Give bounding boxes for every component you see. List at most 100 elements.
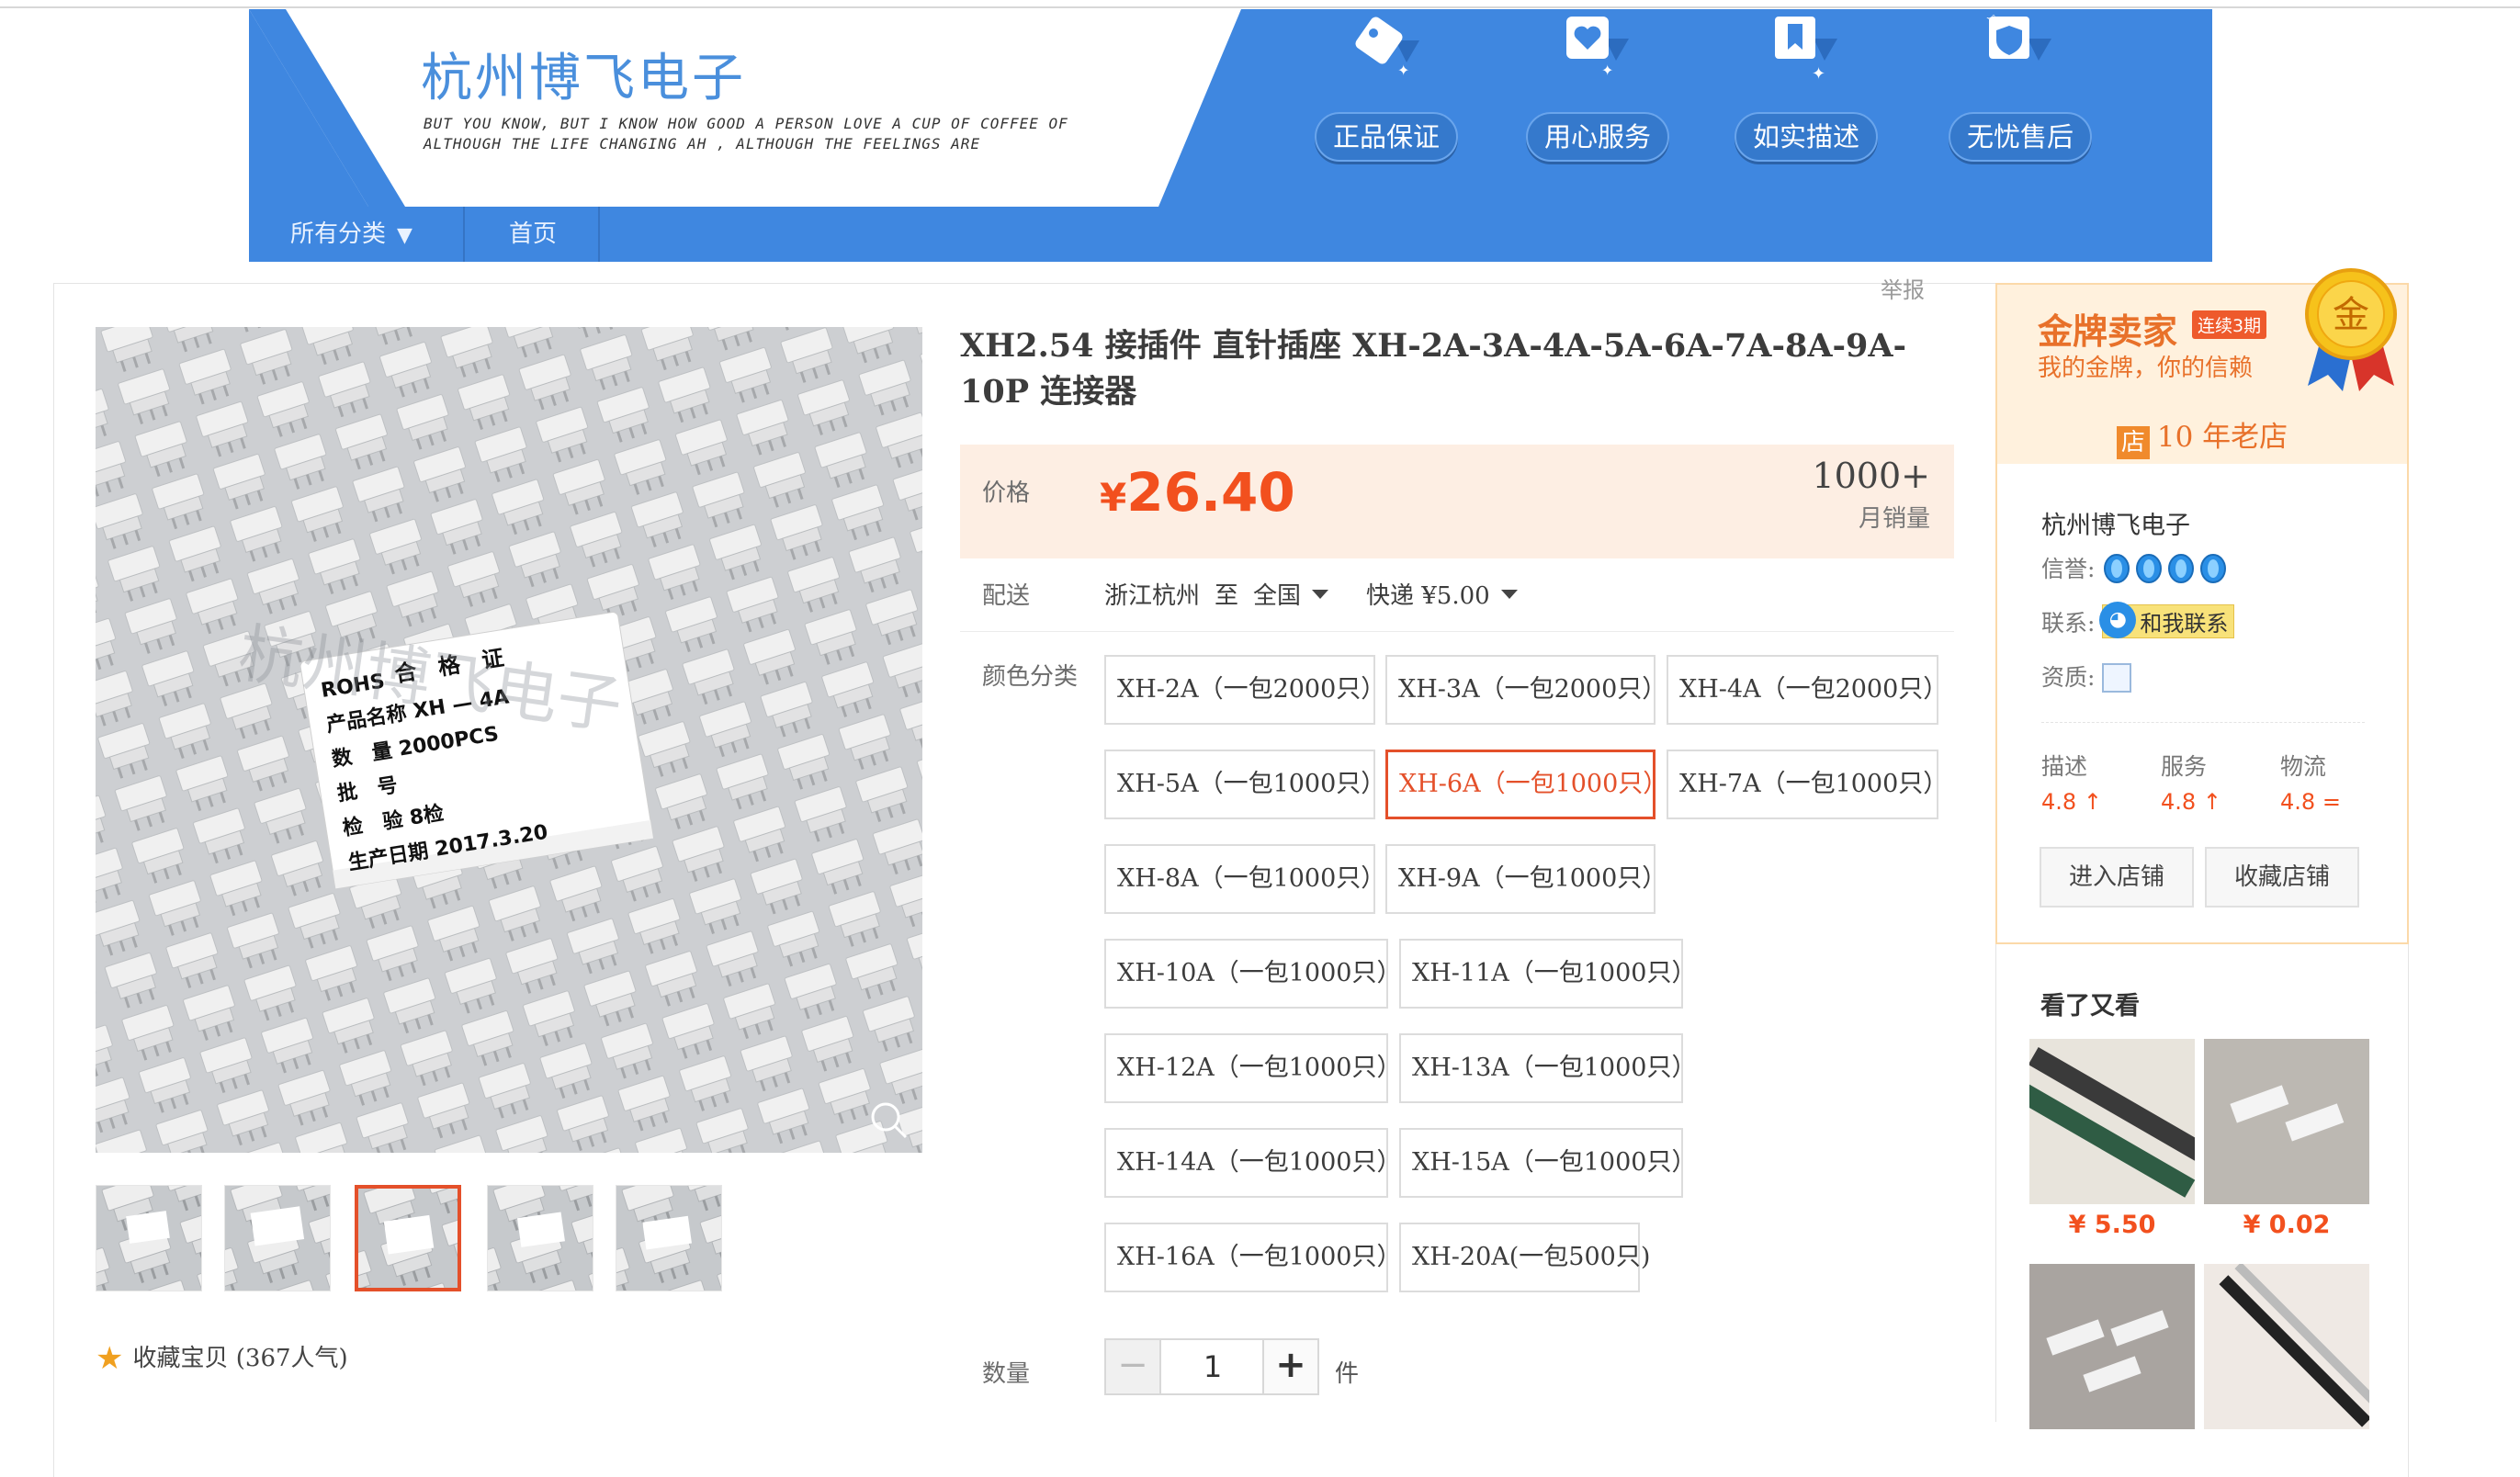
browser-top-edge bbox=[0, 0, 2520, 8]
nav-all-categories[interactable]: 所有分类 ▼ bbox=[290, 207, 412, 262]
shop-nav-bar: 所有分类 ▼ 首页 bbox=[249, 207, 2212, 262]
badge-genuine[interactable]: ✦ 正品保证 bbox=[1315, 9, 1462, 165]
badge-genuine-label: 正品保证 bbox=[1315, 112, 1458, 162]
also-viewed-item-image[interactable] bbox=[2204, 1264, 2369, 1429]
svg-text:☆: ☆ bbox=[1985, 15, 2002, 30]
sku-option[interactable]: XH-15A（一包1000只） bbox=[1399, 1128, 1696, 1198]
sku-option[interactable]: XH-8A（一包1000只） bbox=[1104, 844, 1385, 914]
crown-icon bbox=[2136, 554, 2163, 583]
seller-shop-name[interactable]: 杭州博飞电子 bbox=[2041, 505, 2190, 541]
sku-option-selected[interactable]: XH-6A（一包1000只） bbox=[1385, 750, 1667, 819]
gold-seller-title: 金牌卖家 bbox=[2038, 310, 2178, 352]
also-viewed-item-image[interactable] bbox=[2029, 1264, 2195, 1429]
enter-shop-button[interactable]: 进入店铺 bbox=[2040, 847, 2194, 908]
favorite-item-link[interactable]: ★ 收藏宝贝 (367人气) bbox=[96, 1339, 348, 1377]
sku-option[interactable]: XH-13A（一包1000只） bbox=[1399, 1033, 1696, 1103]
crown-icon bbox=[2168, 554, 2195, 583]
shipping-label: 配送 bbox=[982, 582, 1031, 610]
sku-option[interactable]: XH-16A（一包1000只） bbox=[1104, 1223, 1401, 1292]
badge-accurate[interactable]: ✦ 如实描述 bbox=[1735, 9, 1882, 165]
crown-icon bbox=[2200, 554, 2227, 583]
license-icon[interactable] bbox=[2102, 663, 2132, 693]
sku-option[interactable]: XH-9A（一包1000只） bbox=[1385, 844, 1667, 914]
score-service: 服务 4.8 ↑ bbox=[2161, 753, 2221, 815]
sku-option[interactable]: XH-7A（一包1000只） bbox=[1667, 750, 1948, 819]
seller-panel: 金牌卖家 连续3期 我的金牌，你的信赖 金 店 10 年老店 杭州博飞电子 信誉:… bbox=[1995, 268, 2409, 944]
sku-option[interactable]: XH-5A（一包1000只） bbox=[1104, 750, 1385, 819]
price-box: 价格 ¥26.40 1000+ 月销量 bbox=[960, 445, 1954, 558]
badge-service-label: 用心服务 bbox=[1526, 112, 1669, 162]
chevron-down-icon bbox=[1312, 590, 1329, 599]
price-value: ¥26.40 bbox=[1100, 461, 1295, 524]
crown-icon bbox=[2104, 554, 2130, 583]
chevron-down-icon bbox=[1500, 590, 1518, 599]
thumbnail-5[interactable] bbox=[616, 1185, 722, 1291]
nav-home[interactable]: 首页 bbox=[509, 207, 557, 262]
divider bbox=[2041, 722, 2365, 723]
svg-text:✦: ✦ bbox=[1397, 62, 1409, 79]
gold-seller-header: 金牌卖家 连续3期 我的金牌，你的信赖 金 店 10 年老店 bbox=[1997, 268, 2407, 464]
gold-medal-icon: 金 bbox=[2305, 268, 2397, 391]
thumbnail-1[interactable] bbox=[96, 1185, 202, 1291]
also-viewed-title: 看了又看 bbox=[2040, 992, 2140, 1020]
score-logistics: 物流 4.8 = bbox=[2280, 753, 2341, 815]
tag-icon: ✦ bbox=[1355, 17, 1419, 79]
credit-row: 信誉: bbox=[2041, 551, 2231, 584]
license-row: 资质: bbox=[2041, 660, 2132, 693]
sku-option[interactable]: XH-12A（一包1000只） bbox=[1104, 1033, 1401, 1103]
shop-age: 店 10 年老店 bbox=[1997, 413, 2407, 459]
ship-from: 浙江杭州 bbox=[1104, 582, 1201, 610]
banner-slogan: BUT YOU KNOW, BUT I KNOW HOW GOOD A PERS… bbox=[424, 115, 1068, 152]
svg-text:金: 金 bbox=[2333, 294, 2369, 336]
also-viewed-panel: 看了又看 ¥ 5.50 ¥ 0.02 bbox=[1995, 944, 2409, 1429]
quantity-increase-button[interactable]: + bbox=[1262, 1340, 1317, 1393]
badge-aftersale-label: 无忧售后 bbox=[1949, 112, 2092, 162]
color-category-label: 颜色分类 bbox=[982, 663, 1079, 691]
quantity-input[interactable]: 1 bbox=[1161, 1340, 1264, 1393]
sku-option[interactable]: XH-4A（一包2000只） bbox=[1667, 655, 1948, 725]
contact-row: 联系: ◕ 和我联系 bbox=[2041, 602, 2235, 638]
badge-accurate-label: 如实描述 bbox=[1735, 112, 1878, 162]
quantity-decrease-button[interactable]: − bbox=[1106, 1340, 1161, 1393]
sku-option[interactable]: XH-11A（一包1000只） bbox=[1399, 939, 1696, 1009]
svg-text:✦: ✦ bbox=[1601, 62, 1613, 79]
popularity-count: (367人气) bbox=[235, 1345, 348, 1372]
shipping-row: 配送 浙江杭州 至 全国 快递 ¥5.00 bbox=[960, 571, 1954, 632]
express-selector[interactable]: 快递 ¥5.00 bbox=[1366, 577, 1518, 611]
sku-option[interactable]: XH-20A(一包500只) bbox=[1399, 1223, 1650, 1292]
thumbnail-4[interactable] bbox=[487, 1185, 593, 1291]
shield-icon: ☆ bbox=[1985, 15, 2051, 61]
main-product-image[interactable]: ROHS 合 格 证 产品名称 XH — 4A 数 量 2000PCS 批 号 … bbox=[96, 327, 922, 1153]
score-description: 描述 4.8 ↑ bbox=[2041, 753, 2102, 815]
heart-icon: ✦ bbox=[1566, 17, 1629, 79]
monthly-sales: 1000+ 月销量 bbox=[1812, 456, 1930, 533]
chat-icon: ◕ bbox=[2099, 602, 2137, 638]
quantity-label: 数量 bbox=[982, 1360, 1031, 1388]
also-viewed-price: ¥ 0.02 bbox=[2243, 1211, 2331, 1239]
report-link[interactable]: 举报 bbox=[1881, 272, 1925, 304]
crown-icons bbox=[2102, 554, 2231, 583]
also-viewed-item-image[interactable] bbox=[2204, 1039, 2369, 1204]
ship-to-selector[interactable]: 全国 bbox=[1253, 577, 1329, 611]
also-viewed-price: ¥ 5.50 bbox=[2068, 1211, 2156, 1239]
sku-option[interactable]: XH-3A（一包2000只） bbox=[1385, 655, 1667, 725]
sku-option[interactable]: XH-10A（一包1000只） bbox=[1104, 939, 1401, 1009]
gold-seller-subtitle: 我的金牌，你的信赖 bbox=[2038, 355, 2254, 382]
quantity-unit: 件 bbox=[1335, 1360, 1360, 1388]
sku-option[interactable]: XH-2A（一包2000只） bbox=[1104, 655, 1385, 725]
svg-text:✦: ✦ bbox=[1812, 64, 1825, 84]
also-viewed-item-image[interactable] bbox=[2029, 1039, 2195, 1204]
favorite-shop-button[interactable]: 收藏店铺 bbox=[2205, 847, 2359, 908]
product-title: XH2.54 接插件 直针插座 XH-2A-3A-4A-5A-6A-7A-8A-… bbox=[960, 327, 1907, 411]
nav-divider bbox=[463, 207, 465, 262]
thumbnail-3-selected[interactable] bbox=[355, 1185, 461, 1291]
contact-seller-button[interactable]: ◕ 和我联系 bbox=[2099, 602, 2235, 638]
badge-service[interactable]: ✦ 用心服务 bbox=[1526, 9, 1673, 165]
bookmark-icon: ✦ bbox=[1775, 17, 1837, 84]
badge-aftersale[interactable]: ☆ 无忧售后 bbox=[1949, 9, 2096, 165]
price-label: 价格 bbox=[982, 479, 1031, 507]
gold-streak-tag: 连续3期 bbox=[2192, 310, 2267, 339]
shop-icon: 店 bbox=[2116, 426, 2150, 459]
sku-option[interactable]: XH-14A（一包1000只） bbox=[1104, 1128, 1401, 1198]
thumbnail-2[interactable] bbox=[224, 1185, 331, 1291]
